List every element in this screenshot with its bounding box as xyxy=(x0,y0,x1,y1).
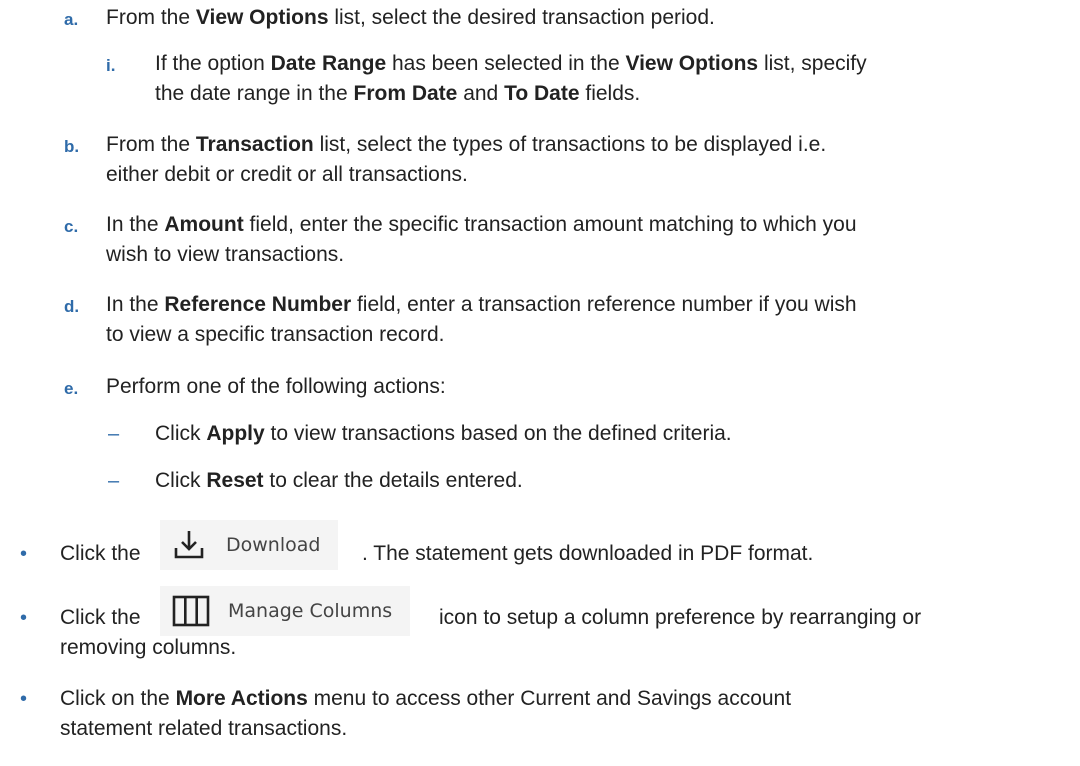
step-marker-d: d. xyxy=(64,297,80,316)
manage-columns-button-label: Manage Columns xyxy=(228,600,393,622)
step-b-text: From the Transaction list, select the ty… xyxy=(106,133,827,186)
download-icon xyxy=(174,531,204,559)
manage-bullet-text-end: icon to setup a column preference by rea… xyxy=(439,606,922,629)
manage-bullet-text-line2: removing columns. xyxy=(60,636,237,659)
step-a-text: From the View Options list, select the d… xyxy=(106,6,715,29)
more-actions-term: More Actions xyxy=(175,687,308,710)
view-options-term: View Options xyxy=(195,6,329,29)
bullet-marker-manage: • xyxy=(20,607,28,629)
manage-columns-button[interactable]: Manage Columns xyxy=(160,586,411,636)
step-d-text: In the Reference Number field, enter a t… xyxy=(106,293,857,346)
columns-icon xyxy=(172,595,210,627)
document-page: a. From the View Options list, select th… xyxy=(0,0,1080,766)
to-date-term: To Date xyxy=(504,82,580,105)
step-marker-b: b. xyxy=(64,137,80,156)
more-actions-bullet-text: Click on the More Actions menu to access… xyxy=(60,687,792,740)
manage-bullet-text-start: Click the xyxy=(60,606,141,629)
download-bullet-text-end: . The statement gets downloaded in PDF f… xyxy=(362,542,814,565)
step-c-text: In the Amount field, enter the specific … xyxy=(106,213,857,266)
bullet-marker-more: • xyxy=(20,688,28,710)
step-i-text: If the option Date Range has been select… xyxy=(155,52,867,105)
bullet-marker-download: • xyxy=(20,543,28,565)
reset-term: Reset xyxy=(206,469,264,492)
apply-term: Apply xyxy=(206,422,265,445)
step-marker-a: a. xyxy=(64,10,79,29)
download-bullet-text-start: Click the xyxy=(60,542,141,565)
amount-term: Amount xyxy=(164,213,244,236)
reference-number-term: Reference Number xyxy=(164,293,352,316)
reset-dash: – xyxy=(108,470,120,492)
download-button[interactable]: Download xyxy=(160,520,339,570)
download-button-label: Download xyxy=(226,534,321,556)
transaction-term: Transaction xyxy=(195,133,314,156)
apply-dash: – xyxy=(108,423,120,445)
apply-text: Click Apply to view transactions based o… xyxy=(155,422,732,445)
step-marker-c: c. xyxy=(64,217,79,236)
step-marker-e: e. xyxy=(64,379,79,398)
view-options-term: View Options xyxy=(625,52,759,75)
date-range-term: Date Range xyxy=(270,52,387,75)
step-e-text: Perform one of the following actions: xyxy=(106,375,446,398)
reset-text: Click Reset to clear the details entered… xyxy=(155,469,523,492)
from-date-term: From Date xyxy=(353,82,458,105)
step-marker-i: i. xyxy=(106,56,116,75)
